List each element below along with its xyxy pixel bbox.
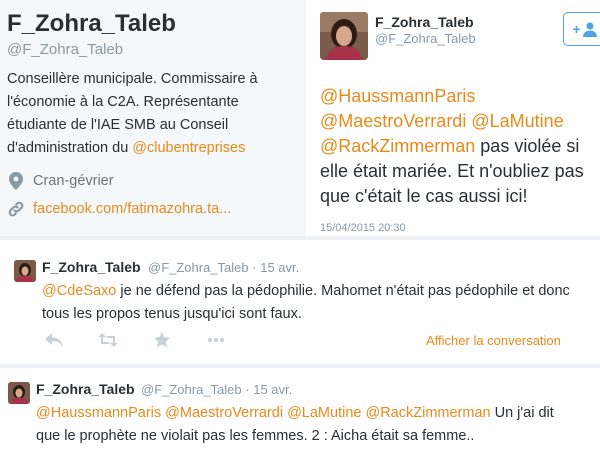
bio-line-3: étudiante de l'IAE SMB au Conseil [7,117,229,133]
follow-button[interactable]: + [563,12,600,46]
avatar[interactable] [320,12,368,60]
tweet-text: @HaussmannParis @MaestroVerrardi @LaMutin… [320,84,600,209]
author-name[interactable]: F_Zohra_Taleb [36,381,135,397]
add-user-icon: + [572,21,597,37]
handle-text[interactable]: @F_Zohra_Taleb [141,382,242,397]
tweet-actions [44,330,260,350]
tweet-text: @CdeSaxo je ne défend pas la pédophilie.… [42,280,572,326]
avatar[interactable] [8,382,30,404]
more-icon[interactable] [206,330,226,350]
mention-link[interactable]: @RackZimmerman [365,405,490,421]
view-conversation-link[interactable]: Afficher la conversation [426,333,561,348]
profile-bio: Conseillère municipale. Commissaire à l'… [7,68,303,160]
expanded-tweet: F_Zohra_Taleb @F_Zohra_Taleb + @Haussman… [308,0,600,236]
bio-line-2: l'économie à la C2A. Représentante [7,94,239,110]
location-text: Cran-gévrier [33,173,114,189]
profile-display-name[interactable]: F_Zohra_Taleb [7,10,176,38]
tweet-text: @HaussmannParis @MaestroVerrardi @LaMuti… [36,402,564,448]
mention-link[interactable]: @LaMutine [471,111,563,131]
author-name[interactable]: F_Zohra_Taleb [375,14,474,30]
profile-card: F_Zohra_Taleb @F_Zohra_Taleb Conseillère… [0,0,306,236]
tweet-timestamp[interactable]: 15/04/2015 20:30 [320,222,406,234]
map-pin-icon [7,172,25,190]
mention-link[interactable]: @HaussmannParis [320,86,475,106]
link-icon [7,200,25,218]
avatar[interactable] [14,260,36,282]
mention-link[interactable]: @LaMutine [287,405,361,421]
bio-line-1: Conseillère municipale. Commissaire à [7,71,258,87]
tweet-row[interactable]: F_Zohra_Taleb @F_Zohra_Taleb · 15 avr. @… [0,240,600,364]
mention-link[interactable]: @MaestroVerrardi [165,405,283,421]
profile-website[interactable]: facebook.com/fatimazohra.ta... [7,200,231,218]
mention-link[interactable]: @CdeSaxo [42,283,116,299]
author-handle: @F_Zohra_Taleb · 15 avr. [141,382,292,397]
author-handle: @F_Zohra_Taleb · 15 avr. [148,260,299,275]
author-handle[interactable]: @F_Zohra_Taleb [375,31,476,46]
favorite-icon[interactable] [152,330,172,350]
bio-line-4: d'administration du [7,140,133,156]
reply-icon[interactable] [44,330,64,350]
profile-handle[interactable]: @F_Zohra_Taleb [7,41,123,58]
mention-link[interactable]: @HaussmannParis [36,405,161,421]
profile-location: Cran-gévrier [7,172,114,190]
meta-separator: · [252,260,257,275]
bio-mention-link[interactable]: @clubentreprises [132,140,245,156]
mention-link[interactable]: @MaestroVerrardi [320,111,466,131]
tweet-date[interactable]: 15 avr. [253,382,292,397]
mention-link[interactable]: @RackZimmerman [320,136,475,156]
tweet-row[interactable]: F_Zohra_Taleb @F_Zohra_Taleb · 15 avr. @… [0,368,600,468]
meta-separator: · [245,382,250,397]
handle-text[interactable]: @F_Zohra_Taleb [148,260,249,275]
tweet-body: je ne défend pas la pédophilie. Mahomet … [42,283,570,322]
tweet-date[interactable]: 15 avr. [260,260,299,275]
retweet-icon[interactable] [98,330,118,350]
author-name[interactable]: F_Zohra_Taleb [42,259,141,275]
website-link[interactable]: facebook.com/fatimazohra.ta... [33,201,231,217]
